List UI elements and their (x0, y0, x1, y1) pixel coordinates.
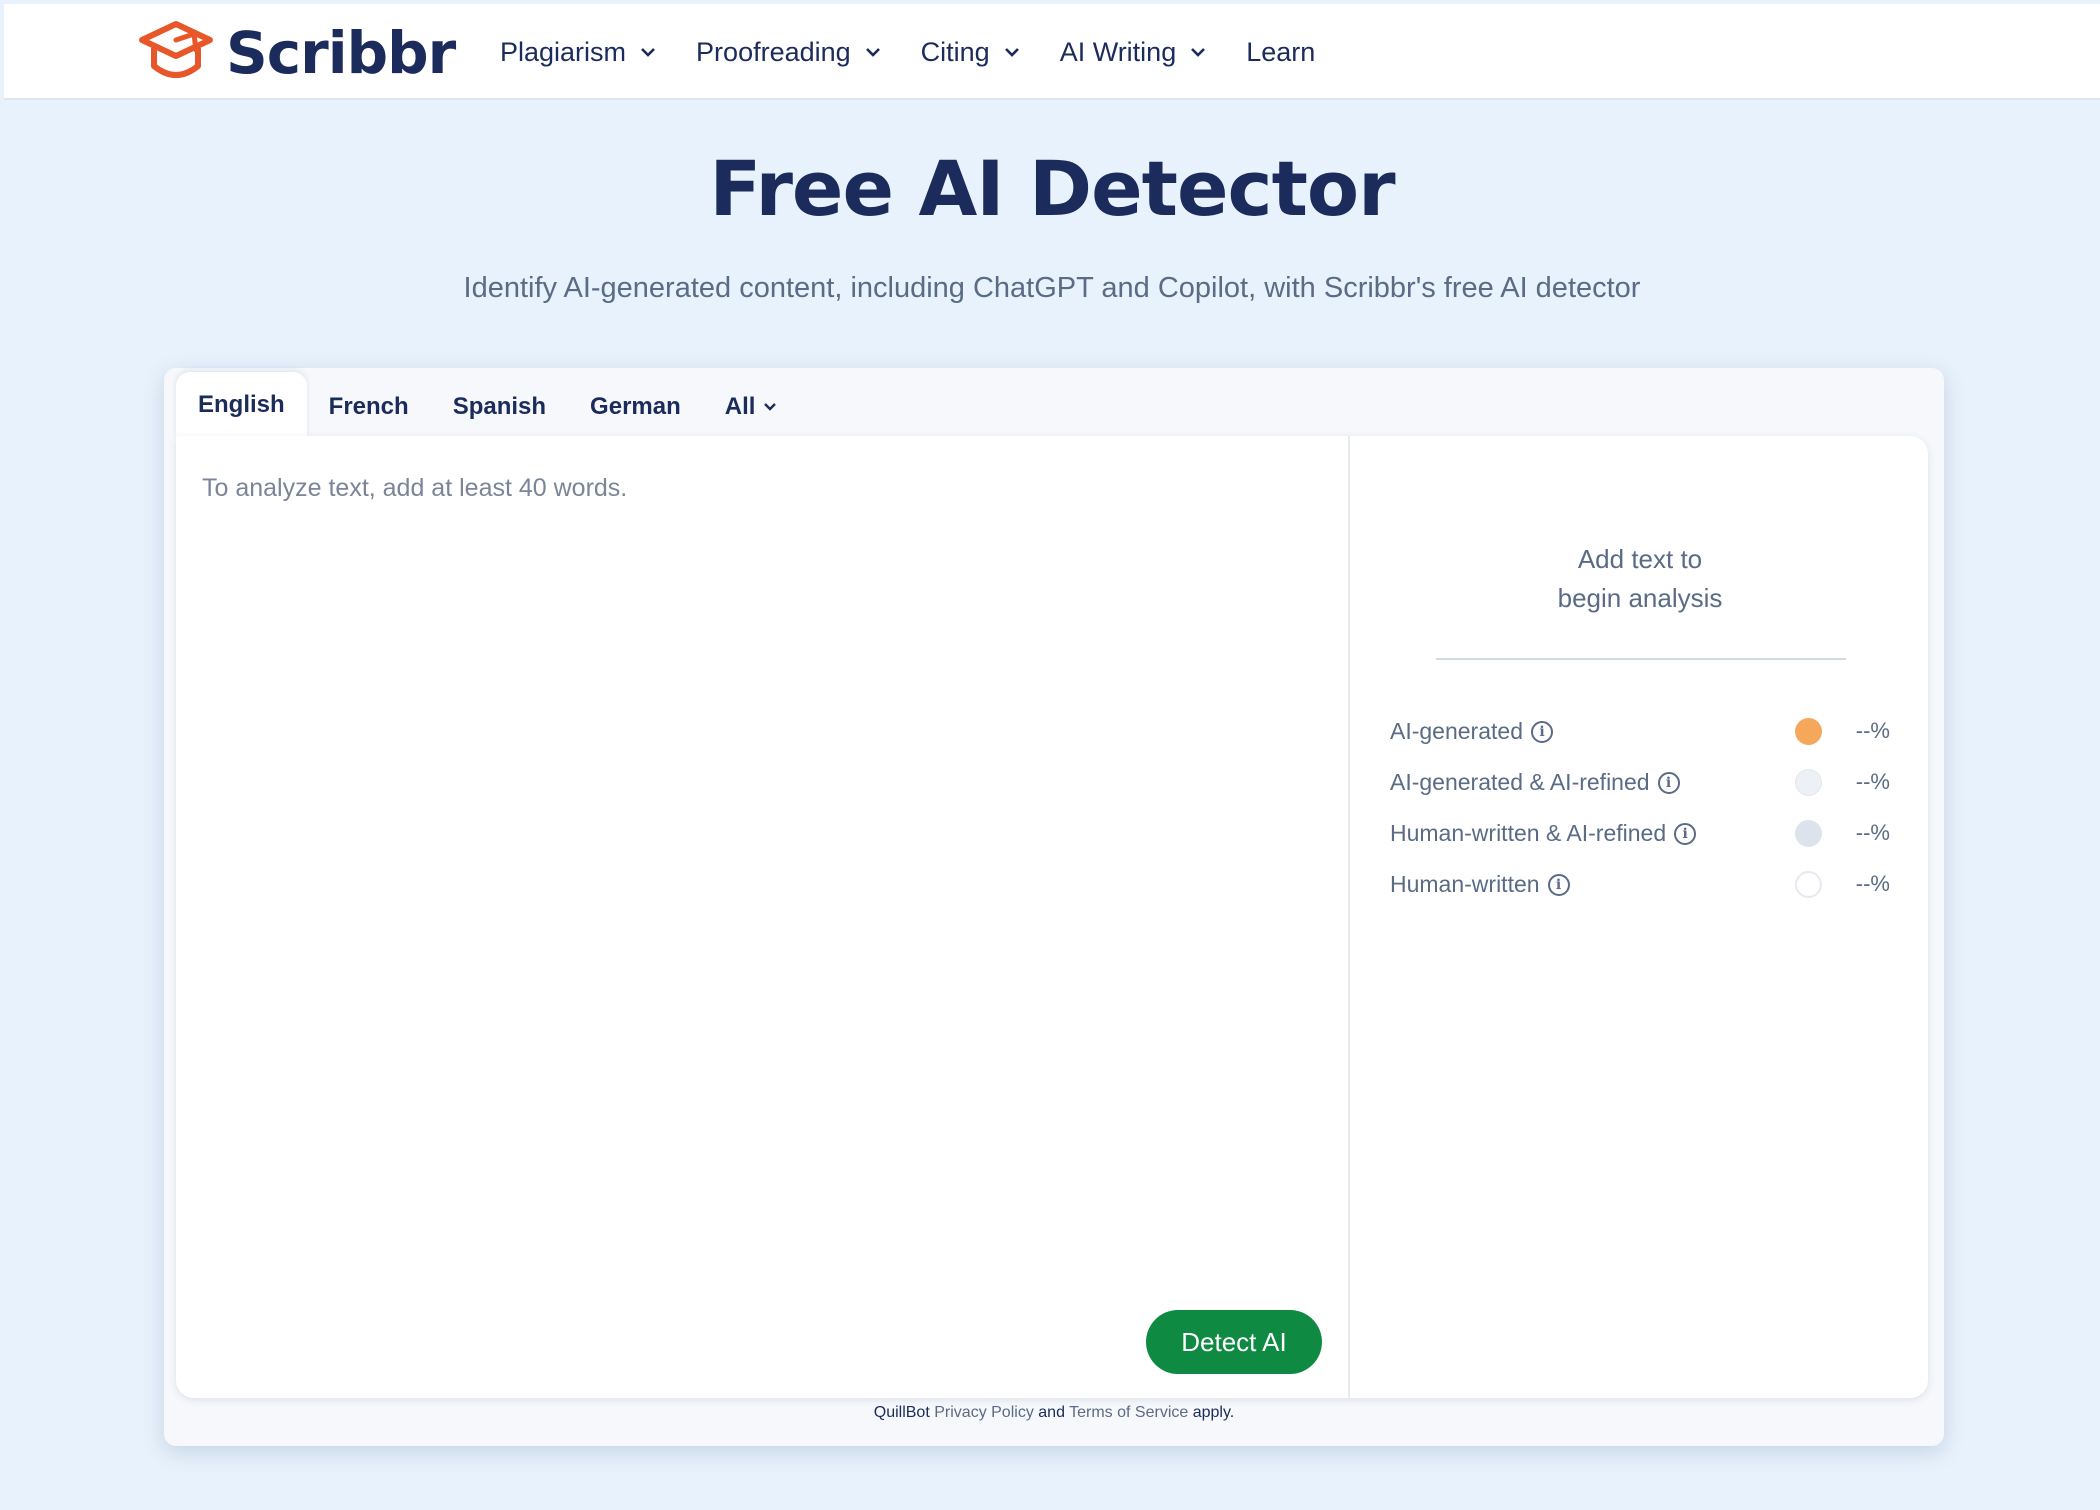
footer-and: and (1038, 1404, 1065, 1421)
site-header: Scribbr Plagiarism Proofreading Citing A… (4, 4, 2100, 100)
detector-panel: Detect AI Add text to begin analysis AI-… (176, 436, 1928, 1398)
nav-plagiarism[interactable]: Plagiarism (500, 37, 656, 68)
tab-german[interactable]: German (568, 376, 703, 438)
legend-percentage: --% (1855, 769, 1890, 794)
legend-label-group: AI-generated i (1390, 718, 1553, 745)
legend-label: Human-written (1390, 871, 1540, 897)
results-empty-message: Add text to begin analysis (1352, 540, 1928, 618)
results-message-line1: Add text to (1577, 544, 1703, 574)
legal-footer-note: QuillBot Privacy Policy and Terms of Ser… (164, 1404, 1944, 1422)
nav-label: AI Writing (1059, 36, 1177, 67)
legend-percentage: --% (1855, 820, 1890, 845)
tab-french[interactable]: French (307, 376, 431, 438)
info-icon[interactable]: i (1547, 873, 1570, 896)
legend-label-group: Human-written i (1390, 871, 1570, 898)
nav-label: Proofreading (696, 36, 851, 67)
nav-citing[interactable]: Citing (921, 37, 1020, 68)
graduation-cap-logo-icon (139, 21, 213, 78)
privacy-policy-link[interactable]: Privacy Policy (934, 1404, 1034, 1421)
tab-label: German (590, 393, 681, 420)
legend-color-dot (1795, 769, 1822, 796)
language-tabs: English French Spanish German All (176, 368, 799, 438)
results-panel: Add text to begin analysis AI-generated … (1352, 436, 1928, 1398)
tab-label: English (198, 391, 285, 418)
tab-all-languages[interactable]: All (703, 376, 800, 438)
legend-percentage: --% (1855, 871, 1890, 896)
tab-label: All (724, 393, 756, 420)
nav-proofreading[interactable]: Proofreading (696, 37, 881, 68)
logo-text: Scribbr (226, 19, 456, 87)
text-input[interactable] (202, 474, 1322, 1294)
results-message-line2: begin analysis (1557, 583, 1723, 613)
nav-label: Plagiarism (500, 36, 627, 67)
scribbr-logo[interactable]: Scribbr (138, 19, 456, 87)
page-subtitle: Identify AI-generated content, including… (463, 272, 1641, 304)
info-icon[interactable]: i (1674, 822, 1697, 845)
tab-spanish[interactable]: Spanish (431, 376, 568, 438)
legend-ai-generated: AI-generated i --% (1390, 706, 1890, 757)
legend-human-written: Human-written i --% (1390, 859, 1890, 910)
legend-color-dot (1795, 871, 1822, 898)
chevron-down-icon (641, 48, 655, 57)
legend-human-written-ai-refined: Human-written & AI-refined i --% (1390, 808, 1890, 859)
legend-label-group: Human-written & AI-refined i (1390, 820, 1697, 847)
footer-apply: apply. (1192, 1404, 1235, 1421)
terms-of-service-link[interactable]: Terms of Service (1069, 1404, 1188, 1421)
legend-label: AI-generated (1390, 718, 1523, 744)
chevron-down-icon (865, 48, 880, 57)
info-icon[interactable]: i (1657, 771, 1680, 794)
legend-color-dot (1795, 820, 1822, 847)
nav-label: Learn (1246, 36, 1316, 67)
legend-ai-generated-ai-refined: AI-generated & AI-refined i --% (1390, 757, 1890, 808)
nav-ai-writing[interactable]: AI Writing (1060, 37, 1207, 68)
tab-label: French (328, 393, 409, 420)
results-legend: AI-generated i --% AI-generated & AI-ref… (1390, 706, 1890, 910)
main-nav: Plagiarism Proofreading Citing AI Writin… (500, 4, 1315, 100)
tab-label: Spanish (452, 393, 547, 420)
legend-color-dot (1795, 718, 1822, 745)
detector-card: English French Spanish German All Detect… (164, 368, 1944, 1446)
footer-brand: QuillBot (873, 1404, 930, 1421)
text-editor-area: Detect AI (176, 436, 1350, 1398)
chevron-down-icon (764, 403, 777, 411)
detect-ai-button[interactable]: Detect AI (1146, 1310, 1322, 1374)
legend-label: AI-generated & AI-refined (1390, 769, 1650, 795)
legend-percentage: --% (1855, 718, 1890, 743)
results-divider (1436, 658, 1846, 660)
chevron-down-icon (1191, 48, 1206, 57)
legend-label: Human-written & AI-refined (1390, 820, 1667, 846)
page: Scribbr Plagiarism Proofreading Citing A… (4, 4, 2100, 1510)
chevron-down-icon (1004, 48, 1019, 57)
page-title: Free AI Detector (709, 144, 1395, 233)
legend-label-group: AI-generated & AI-refined i (1390, 769, 1680, 796)
tab-english[interactable]: English (176, 372, 307, 438)
nav-label: Citing (920, 36, 990, 67)
info-icon[interactable]: i (1530, 720, 1553, 743)
nav-learn[interactable]: Learn (1246, 37, 1315, 68)
